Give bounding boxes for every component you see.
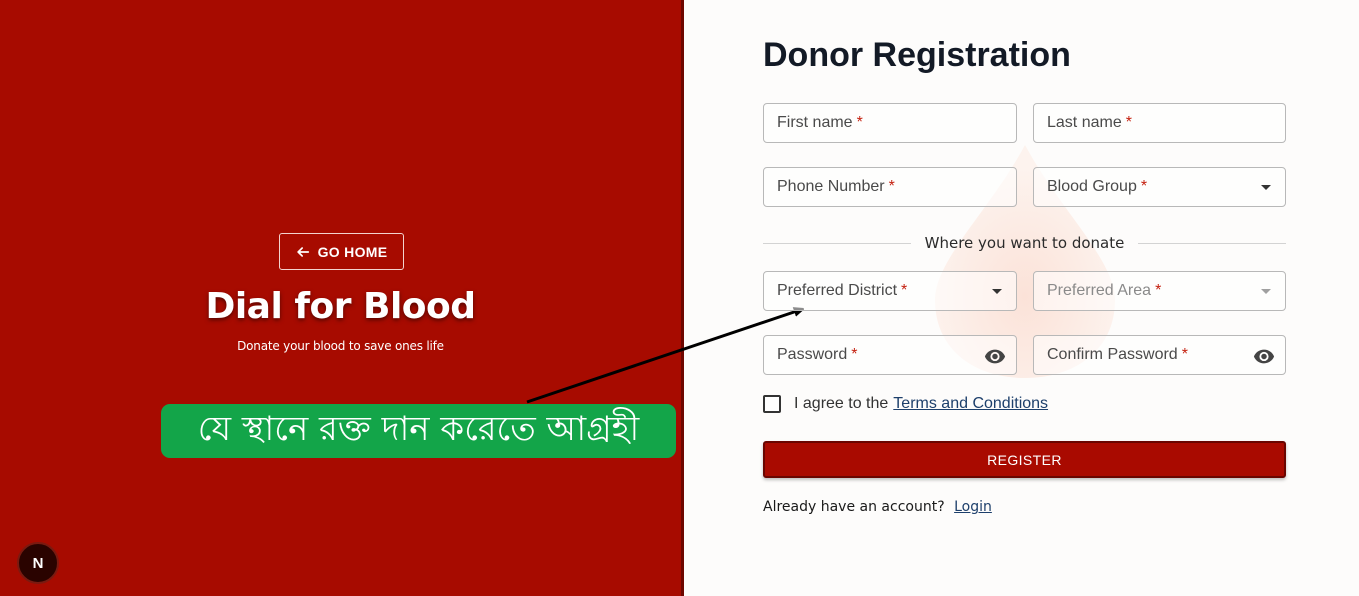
section-divider: Where you want to donate — [763, 233, 1286, 253]
chevron-down-icon — [992, 289, 1002, 294]
annotation-callout: যে স্থানে রক্ত দান করেতে আগ্রহী — [161, 404, 676, 458]
confirm-password-field[interactable]: Confirm Password * — [1033, 335, 1286, 375]
arrow-left-icon — [296, 246, 309, 257]
eye-icon[interactable] — [1253, 345, 1275, 367]
login-row: Already have an account? Login — [763, 499, 992, 515]
section-label: Where you want to donate — [924, 234, 1125, 252]
divider-line-right — [1138, 242, 1286, 244]
blood-group-select[interactable]: Blood Group * — [1033, 167, 1286, 207]
preferred-district-label: Preferred District — [777, 282, 898, 299]
phone-number-label: Phone Number — [777, 178, 885, 195]
brand-subtitle: Donate your blood to save ones life — [237, 339, 444, 353]
confirm-password-label: Confirm Password — [1047, 346, 1178, 363]
required-mark: * — [1140, 178, 1148, 195]
terms-link[interactable]: Terms and Conditions — [893, 395, 1048, 413]
brand-title: Dial for Blood — [205, 286, 476, 327]
eye-icon[interactable] — [984, 345, 1006, 367]
required-mark: * — [856, 114, 863, 131]
phone-number-field[interactable]: Phone Number * — [763, 167, 1017, 207]
required-mark: * — [888, 178, 895, 195]
password-field[interactable]: Password * — [763, 335, 1017, 375]
login-link[interactable]: Login — [954, 499, 992, 515]
first-name-field[interactable]: First name * — [763, 103, 1017, 143]
last-name-field[interactable]: Last name * — [1033, 103, 1286, 143]
preferred-area-select[interactable]: Preferred Area * — [1033, 271, 1286, 311]
dev-badge[interactable]: N — [17, 542, 59, 584]
chevron-down-icon — [1261, 289, 1271, 294]
terms-row: I agree to the Terms and Conditions — [763, 394, 1048, 414]
register-button[interactable]: REGISTER — [763, 441, 1286, 478]
required-mark: * — [1181, 346, 1188, 363]
required-mark: * — [901, 282, 908, 299]
chevron-down-icon — [1261, 185, 1271, 190]
preferred-district-select[interactable]: Preferred District * — [763, 271, 1017, 311]
required-mark: * — [851, 346, 858, 363]
last-name-label: Last name — [1047, 114, 1122, 131]
password-label: Password — [777, 346, 848, 363]
preferred-area-label: Preferred Area — [1047, 282, 1152, 299]
page-title: Donor Registration — [763, 36, 1071, 74]
required-mark: * — [1125, 114, 1132, 131]
divider-line-left — [763, 242, 911, 244]
go-home-button[interactable]: GO HOME — [279, 233, 404, 270]
first-name-label: First name — [777, 114, 853, 131]
go-home-label: GO HOME — [317, 243, 388, 260]
panel-divider — [681, 0, 684, 596]
login-prompt: Already have an account? — [763, 499, 945, 515]
agree-text: I agree to the — [794, 395, 889, 412]
blood-group-label: Blood Group — [1047, 178, 1137, 195]
terms-checkbox[interactable] — [763, 395, 781, 413]
required-mark: * — [1155, 282, 1162, 299]
